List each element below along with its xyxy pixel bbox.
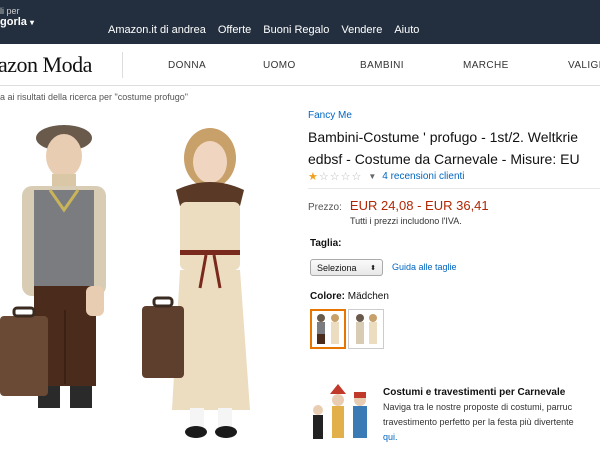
deliver-to[interactable]: li per gorla ▾ <box>0 6 34 28</box>
nav-marche[interactable]: MARCHE <box>463 60 509 71</box>
amazon-moda-logo[interactable]: azon Moda <box>0 52 92 78</box>
size-select[interactable]: Seleziona ⬍ <box>310 259 383 276</box>
title-line2: edbsf - Costume da Carnevale - Misure: E… <box>308 151 580 167</box>
size-label: Taglia: <box>310 238 342 249</box>
girl-figure <box>142 128 250 438</box>
boy-figure <box>0 125 106 408</box>
costume-photo <box>0 125 250 438</box>
price-label: Prezzo: <box>308 202 342 213</box>
title-line1: Bambini-Costume ' profugo - 1st/2. Weltk… <box>308 129 579 145</box>
brand-link[interactable]: Fancy Me <box>308 110 352 121</box>
tax-note: Tutti i prezzi includono l'IVA. <box>350 216 462 226</box>
costumes-illustration <box>313 384 367 439</box>
top-links: Amazon.it di andrea Offerte Buoni Regalo… <box>108 24 419 36</box>
offers-link[interactable]: Offerte <box>218 24 251 36</box>
swatch-image <box>317 314 339 344</box>
color-swatch-both[interactable] <box>310 309 346 349</box>
color-row: Colore: Mädchen <box>310 291 389 302</box>
gift-cards-link[interactable]: Buoni Regalo <box>263 24 329 36</box>
nav-uomo[interactable]: UOMO <box>263 60 296 71</box>
chevron-down-icon[interactable]: ▼ <box>368 172 376 181</box>
product-title: Bambini-Costume ' profugo - 1st/2. Weltk… <box>308 126 600 170</box>
divider <box>122 52 123 78</box>
promo-line1: Naviga tra le nostre proposte di costumi… <box>383 402 573 412</box>
color-swatch-girl[interactable] <box>348 309 384 349</box>
promo-link[interactable]: qui. <box>383 432 398 442</box>
star-rating[interactable]: ★☆☆☆☆ <box>308 170 362 183</box>
deliver-line2: gorla ▾ <box>0 16 34 28</box>
account-link[interactable]: Amazon.it di andrea <box>108 24 206 36</box>
help-link[interactable]: Aiuto <box>394 24 419 36</box>
back-to-results-link[interactable]: a ai risultati della ricerca per "costum… <box>0 92 188 102</box>
updown-icon: ⬍ <box>370 264 376 272</box>
promo-title[interactable]: Costumi e travestimenti per Carnevale <box>383 387 565 398</box>
reviews-link[interactable]: 4 recensioni clienti <box>382 171 464 182</box>
size-select-value: Seleziona <box>317 262 357 273</box>
rating-row: ★☆☆☆☆ ▼ 4 recensioni clienti <box>308 170 465 183</box>
price-row: Prezzo: EUR 24,08 - EUR 36,41 <box>308 198 489 213</box>
product-image[interactable] <box>0 110 290 450</box>
chevron-down-icon: ▾ <box>29 18 34 27</box>
color-value: Mädchen <box>347 291 389 302</box>
size-guide-link[interactable]: Guida alle taglie <box>392 262 457 272</box>
color-label: Colore: <box>310 291 345 302</box>
promo-image[interactable] <box>306 370 376 448</box>
divider <box>308 188 600 189</box>
nav-bambini[interactable]: BAMBINI <box>360 60 404 71</box>
nav-donna[interactable]: DONNA <box>168 60 206 71</box>
top-nav-bar: li per gorla ▾ Amazon.it di andrea Offer… <box>0 0 600 44</box>
promo-text: Naviga tra le nostre proposte di costumi… <box>383 400 600 445</box>
swatch-image <box>356 314 377 344</box>
price-value: EUR 24,08 - EUR 36,41 <box>349 198 489 213</box>
sell-link[interactable]: Vendere <box>341 24 382 36</box>
promo-line2: travestimento perfetto per la festa più … <box>383 417 574 427</box>
nav-valige[interactable]: VALIGE <box>568 60 600 71</box>
moda-nav-bar: azon Moda DONNA UOMO BAMBINI MARCHE VALI… <box>0 44 600 86</box>
